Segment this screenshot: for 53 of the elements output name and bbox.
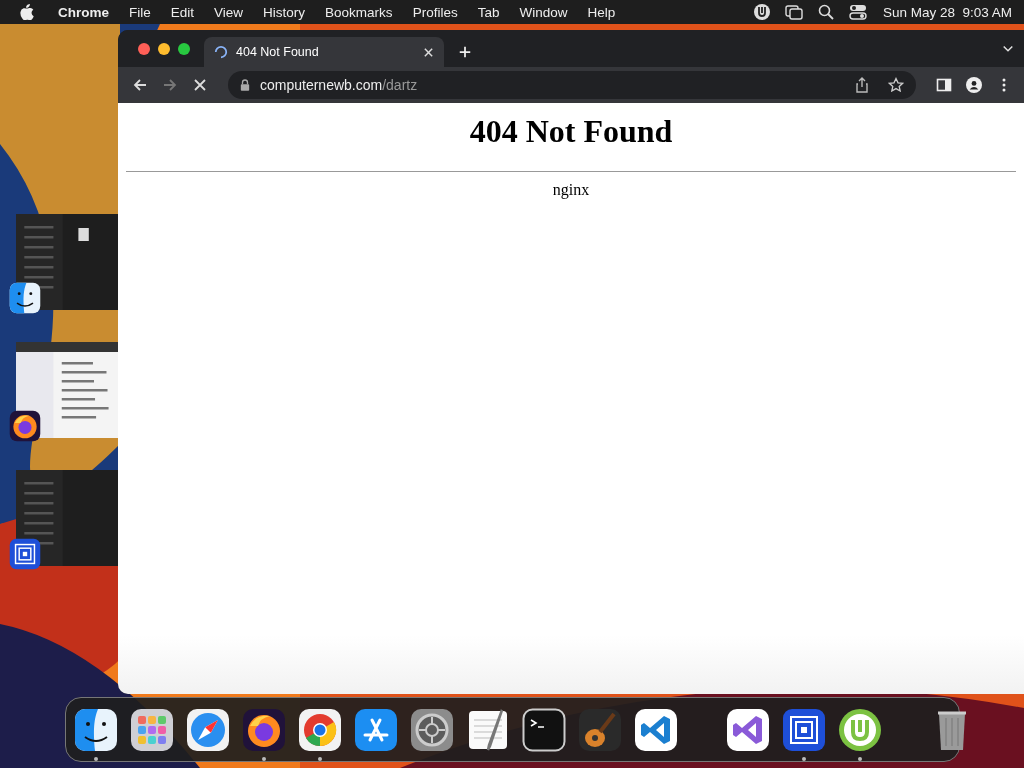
back-arrow-icon[interactable] <box>132 77 148 93</box>
chrome-icon[interactable] <box>298 707 342 752</box>
finder-icon[interactable] <box>74 707 118 752</box>
windows-icon[interactable] <box>784 3 803 21</box>
apple-icon[interactable] <box>20 4 34 20</box>
torrent-icon[interactable] <box>752 3 771 21</box>
app-store-icon[interactable] <box>354 707 398 752</box>
zoom-button[interactable] <box>178 42 190 55</box>
server-name: nginx <box>551 181 591 199</box>
menu-item[interactable]: File <box>119 4 161 20</box>
menu-item[interactable]: Help <box>577 4 626 20</box>
visual-studio-icon[interactable] <box>726 707 770 752</box>
stop-icon[interactable] <box>192 77 208 93</box>
browser-tab[interactable]: 404 Not Found <box>204 37 444 67</box>
window-thumbnail[interactable] <box>16 342 120 438</box>
lock-icon[interactable] <box>240 79 250 91</box>
window-thumbnail[interactable] <box>16 214 120 310</box>
menu-item[interactable]: History <box>253 4 316 20</box>
firefox-icon[interactable] <box>242 707 286 752</box>
menu-item[interactable]: Bookmarks <box>315 4 403 20</box>
control-center-icon[interactable] <box>848 3 867 21</box>
menu-item[interactable]: Tab <box>467 4 510 20</box>
torrent-icon[interactable] <box>838 707 882 752</box>
search-icon[interactable] <box>816 3 835 21</box>
page-heading: 404 Not Found <box>468 113 674 150</box>
tab-title: 404 Not Found <box>236 45 320 59</box>
menu-item[interactable]: Edit <box>160 4 205 20</box>
launchpad-icon[interactable] <box>130 707 174 752</box>
gear-icon[interactable] <box>410 707 454 752</box>
side-panel-icon[interactable] <box>936 77 952 93</box>
concentric-squares-icon[interactable] <box>782 707 826 752</box>
share-icon[interactable] <box>854 77 870 93</box>
menu-item[interactable]: Profiles <box>402 4 468 20</box>
clock[interactable]: Sun May 28 9:03 AM <box>880 4 1014 20</box>
menu-item[interactable]: View <box>204 4 254 20</box>
minimize-button[interactable] <box>158 42 170 55</box>
terminal-icon[interactable] <box>522 707 566 752</box>
loading-spinner-icon <box>214 45 228 59</box>
app-menu[interactable]: Chrome <box>48 4 119 20</box>
star-icon[interactable] <box>888 77 904 93</box>
close-icon[interactable] <box>423 46 434 58</box>
new-tab-icon[interactable] <box>458 45 472 59</box>
url-text: computernewb.com/dartz <box>260 77 419 93</box>
menu-item[interactable]: Window <box>509 4 578 20</box>
guitar-icon[interactable] <box>578 707 622 752</box>
profile-icon[interactable] <box>966 77 982 93</box>
compass-icon[interactable] <box>186 707 230 752</box>
window-thumbnail[interactable] <box>16 470 120 566</box>
code-editor-icon[interactable] <box>634 707 678 752</box>
close-button[interactable] <box>138 42 150 55</box>
forward-arrow-icon[interactable] <box>162 77 178 93</box>
notepad-icon[interactable] <box>466 707 510 752</box>
address-bar[interactable]: computernewb.com/dartz <box>228 71 916 99</box>
